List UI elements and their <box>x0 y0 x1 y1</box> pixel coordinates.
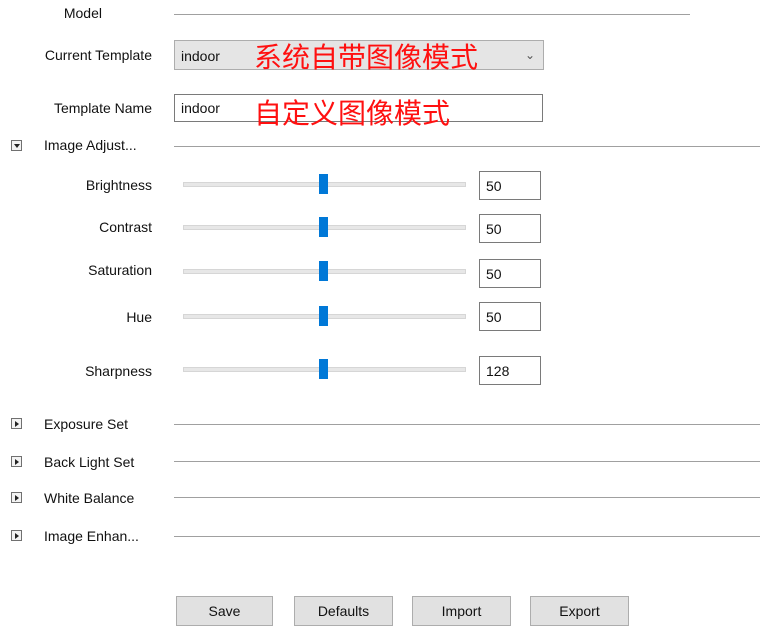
white-balance-expander[interactable] <box>11 492 22 503</box>
hue-value-box[interactable] <box>479 302 541 331</box>
triangle-right-icon <box>15 459 19 465</box>
contrast-value-input[interactable] <box>480 215 540 242</box>
brightness-value-input[interactable] <box>480 172 540 199</box>
triangle-right-icon <box>15 421 19 427</box>
exposure-set-title: Exposure Set <box>44 416 129 432</box>
triangle-right-icon <box>15 533 19 539</box>
model-label: Model <box>63 5 102 21</box>
template-name-annotation: 自定义图像模式 <box>254 97 451 130</box>
image-adjust-expander[interactable] <box>11 140 22 151</box>
current-template-annotation: 系统自带图像模式 <box>254 41 479 74</box>
white-balance-title: White Balance <box>44 490 135 506</box>
sharpness-value-input[interactable] <box>480 357 540 384</box>
current-template-label: Current Template <box>44 47 152 63</box>
import-button[interactable]: Import <box>412 596 511 626</box>
sharpness-label: Sharpness <box>85 363 152 379</box>
image-adjust-title: Image Adjust... <box>44 137 137 153</box>
saturation-value-box[interactable] <box>479 259 541 288</box>
chevron-down-icon: ⌄ <box>524 48 535 62</box>
image-enhance-expander[interactable] <box>11 530 22 541</box>
defaults-button[interactable]: Defaults <box>294 596 393 626</box>
sharpness-slider-thumb[interactable] <box>319 359 328 379</box>
sharpness-value-box[interactable] <box>479 356 541 385</box>
save-button[interactable]: Save <box>176 596 273 626</box>
hue-slider-thumb[interactable] <box>319 306 328 326</box>
saturation-slider-thumb[interactable] <box>319 261 328 281</box>
exposure-set-expander[interactable] <box>11 418 22 429</box>
saturation-label: Saturation <box>88 262 152 278</box>
contrast-value-box[interactable] <box>479 214 541 243</box>
white-balance-divider <box>174 497 760 498</box>
image-enhance-title: Image Enhan... <box>44 528 139 544</box>
image-enhance-divider <box>174 536 760 537</box>
brightness-value-box[interactable] <box>479 171 541 200</box>
saturation-value-input[interactable] <box>480 260 540 287</box>
template-name-label: Template Name <box>53 100 152 116</box>
image-adjust-divider <box>174 146 760 147</box>
back-light-set-divider <box>174 461 760 462</box>
exposure-set-divider <box>174 424 760 425</box>
export-button[interactable]: Export <box>530 596 629 626</box>
brightness-label: Brightness <box>85 177 152 193</box>
current-template-value: indoor <box>181 48 220 64</box>
model-divider <box>174 14 690 15</box>
triangle-right-icon <box>15 495 19 501</box>
back-light-set-expander[interactable] <box>11 456 22 467</box>
brightness-slider-thumb[interactable] <box>319 174 328 194</box>
contrast-label: Contrast <box>99 219 152 235</box>
triangle-down-icon <box>14 144 20 148</box>
hue-label: Hue <box>126 309 152 325</box>
back-light-set-title: Back Light Set <box>44 454 135 470</box>
hue-value-input[interactable] <box>480 303 540 330</box>
contrast-slider-thumb[interactable] <box>319 217 328 237</box>
